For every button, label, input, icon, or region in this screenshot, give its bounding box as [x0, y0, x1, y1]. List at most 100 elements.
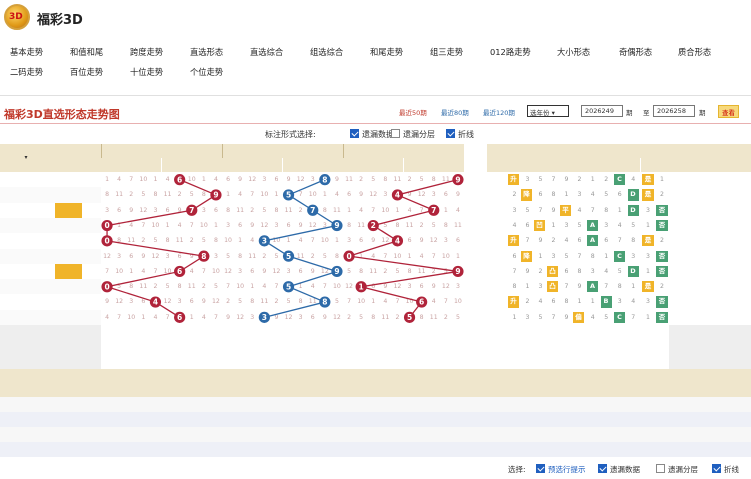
- forecast-digit[interactable]: [113, 340, 125, 355]
- forecast-updown[interactable]: [573, 325, 586, 340]
- forecast-digit[interactable]: [307, 340, 319, 355]
- forecast-zone[interactable]: [600, 340, 614, 355]
- forecast-digit[interactable]: [137, 354, 149, 369]
- forecast-digit[interactable]: [440, 340, 452, 355]
- checkbox-checked-icon[interactable]: [712, 464, 721, 473]
- forecast-updown[interactable]: [534, 354, 547, 369]
- forecast-digit[interactable]: [307, 325, 319, 340]
- forecast-digit[interactable]: [149, 340, 161, 355]
- forecast-digit[interactable]: [416, 354, 428, 369]
- forecast-digit[interactable]: [186, 354, 198, 369]
- forecast-digit[interactable]: [234, 325, 246, 340]
- forecast-digit[interactable]: [149, 354, 161, 369]
- forecast-digit[interactable]: [270, 340, 282, 355]
- forecast-digit[interactable]: [428, 340, 440, 355]
- forecast-digit[interactable]: [246, 354, 258, 369]
- forecast-digit[interactable]: [416, 340, 428, 355]
- forecast-digit[interactable]: [319, 354, 331, 369]
- forecast-updown[interactable]: [534, 340, 547, 355]
- forecast-digit[interactable]: [391, 354, 403, 369]
- checkbox-checked-icon[interactable]: [598, 464, 607, 473]
- forecast-digit[interactable]: [319, 340, 331, 355]
- forecast-digit[interactable]: [258, 340, 270, 355]
- option-miss-layer[interactable]: 遗漏分层: [656, 464, 698, 475]
- forecast-zone[interactable]: [600, 354, 614, 369]
- forecast-updown[interactable]: [547, 325, 560, 340]
- forecast-digit[interactable]: [210, 325, 222, 340]
- forecast-digit[interactable]: [307, 354, 319, 369]
- forecast-digit[interactable]: [355, 325, 367, 340]
- forecast-digit[interactable]: [428, 354, 440, 369]
- forecast-digit[interactable]: [295, 354, 307, 369]
- forecast-digit[interactable]: [404, 354, 416, 369]
- forecast-digit[interactable]: [452, 325, 464, 340]
- forecast-zone[interactable]: [586, 354, 600, 369]
- forecast-digit[interactable]: [246, 325, 258, 340]
- checkbox-icon[interactable]: [656, 464, 665, 473]
- forecast-digit[interactable]: [101, 340, 113, 355]
- forecast-digit[interactable]: [234, 354, 246, 369]
- forecast-digit[interactable]: [198, 325, 210, 340]
- forecast-digit[interactable]: [210, 354, 222, 369]
- forecast-consec[interactable]: [641, 354, 655, 369]
- forecast-digit[interactable]: [222, 325, 234, 340]
- forecast-digit[interactable]: [137, 325, 149, 340]
- option-miss-data[interactable]: 遗漏数据: [598, 464, 640, 475]
- forecast-digit[interactable]: [379, 340, 391, 355]
- forecast-digit[interactable]: [186, 340, 198, 355]
- forecast-zone[interactable]: [613, 354, 627, 369]
- forecast-digit[interactable]: [440, 325, 452, 340]
- forecast-digit[interactable]: [319, 325, 331, 340]
- forecast-digit[interactable]: [452, 340, 464, 355]
- forecast-digit[interactable]: [234, 340, 246, 355]
- forecast-digit[interactable]: [283, 340, 295, 355]
- forecast-digit[interactable]: [367, 354, 379, 369]
- forecast-digit[interactable]: [270, 325, 282, 340]
- forecast-digit[interactable]: [283, 354, 295, 369]
- forecast-digit[interactable]: [246, 340, 258, 355]
- forecast-digit[interactable]: [343, 354, 355, 369]
- forecast-digit[interactable]: [174, 340, 186, 355]
- forecast-digit[interactable]: [379, 354, 391, 369]
- forecast-zone[interactable]: [600, 325, 614, 340]
- forecast-digit[interactable]: [379, 325, 391, 340]
- forecast-digit[interactable]: [186, 325, 198, 340]
- forecast-updown[interactable]: [521, 354, 534, 369]
- forecast-updown[interactable]: [560, 354, 573, 369]
- forecast-digit[interactable]: [416, 325, 428, 340]
- forecast-digit[interactable]: [137, 340, 149, 355]
- forecast-digit[interactable]: [283, 325, 295, 340]
- forecast-zone[interactable]: [627, 354, 641, 369]
- forecast-digit[interactable]: [331, 340, 343, 355]
- forecast-digit[interactable]: [355, 340, 367, 355]
- checkbox-checked-icon[interactable]: [536, 464, 545, 473]
- forecast-digit[interactable]: [198, 354, 210, 369]
- forecast-digit[interactable]: [101, 325, 113, 340]
- forecast-digit[interactable]: [113, 325, 125, 340]
- forecast-consec[interactable]: [655, 340, 669, 355]
- forecast-digit[interactable]: [391, 325, 403, 340]
- forecast-digit[interactable]: [343, 340, 355, 355]
- forecast-digit[interactable]: [295, 340, 307, 355]
- forecast-digit[interactable]: [174, 325, 186, 340]
- forecast-digit[interactable]: [295, 325, 307, 340]
- forecast-updown[interactable]: [521, 325, 534, 340]
- forecast-zone[interactable]: [613, 340, 627, 355]
- option-polyline[interactable]: 折线: [712, 464, 739, 475]
- forecast-digit[interactable]: [162, 340, 174, 355]
- forecast-digit[interactable]: [210, 340, 222, 355]
- forecast-updown[interactable]: [547, 354, 560, 369]
- forecast-digit[interactable]: [198, 340, 210, 355]
- forecast-zone[interactable]: [627, 340, 641, 355]
- forecast-digit[interactable]: [162, 354, 174, 369]
- forecast-digit[interactable]: [149, 325, 161, 340]
- forecast-digit[interactable]: [125, 325, 137, 340]
- option-forecast-hint[interactable]: 预选行提示: [536, 464, 586, 475]
- forecast-digit[interactable]: [452, 354, 464, 369]
- forecast-zone[interactable]: [586, 340, 600, 355]
- forecast-updown[interactable]: [573, 340, 586, 355]
- forecast-updown[interactable]: [508, 354, 521, 369]
- forecast-digit[interactable]: [222, 354, 234, 369]
- forecast-digit[interactable]: [125, 340, 137, 355]
- forecast-updown[interactable]: [508, 340, 521, 355]
